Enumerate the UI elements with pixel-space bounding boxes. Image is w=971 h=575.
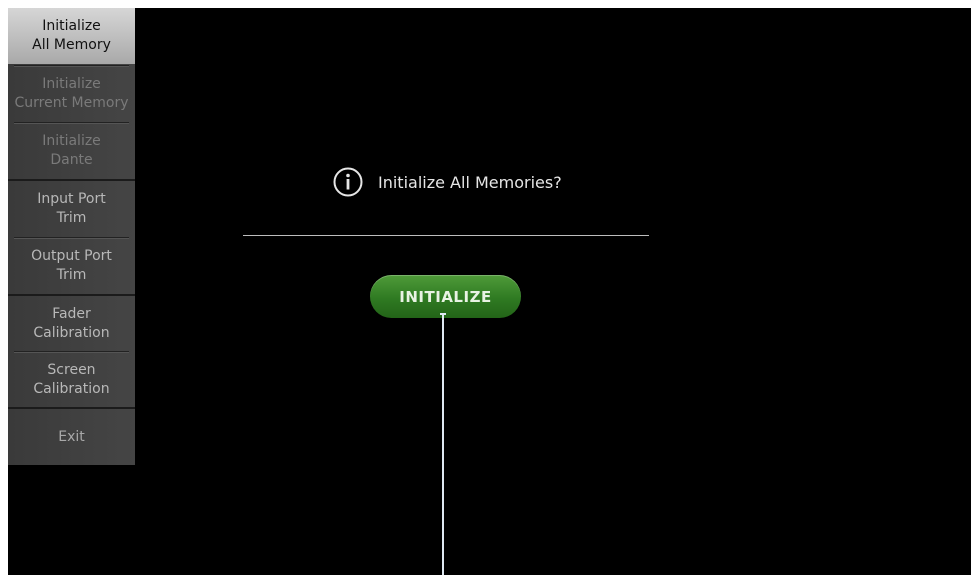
sidebar-item-screen-calibration[interactable]: Screen Calibration: [8, 352, 135, 407]
sidebar-item-initialize-all-memory[interactable]: Initialize All Memory: [8, 8, 135, 64]
sidebar-item-input-port-trim[interactable]: Input Port Trim: [8, 181, 135, 237]
initialize-screen: Initialize All Memory Initialize Current…: [8, 8, 971, 575]
initialize-button[interactable]: INITIALIZE: [370, 275, 521, 318]
sidebar-item-output-port-trim[interactable]: Output Port Trim: [8, 238, 135, 294]
sidebar-menu: Initialize All Memory Initialize Current…: [8, 8, 135, 465]
sidebar-item-exit[interactable]: Exit: [8, 409, 135, 465]
sidebar-item-fader-calibration[interactable]: Fader Calibration: [8, 296, 135, 351]
confirmation-text: Initialize All Memories?: [378, 172, 562, 192]
confirmation-message: Initialize All Memories?: [332, 166, 562, 198]
dialog-divider: [243, 235, 649, 236]
sidebar-item-initialize-current-memory[interactable]: Initialize Current Memory: [8, 66, 135, 122]
callout-pointer-line: [440, 313, 446, 575]
info-icon: [333, 167, 363, 197]
sidebar-item-initialize-dante[interactable]: Initialize Dante: [8, 123, 135, 179]
